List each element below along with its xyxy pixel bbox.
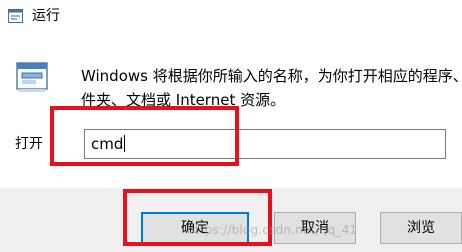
run-description: Windows 将根据你所输入的名称，为你打开相应的程序、 件夹、文档或 Int… <box>81 64 462 112</box>
description-line-1: Windows 将根据你所输入的名称，为你打开相应的程序、 <box>81 67 462 85</box>
watermark: https://blog.csdn.net/qq_41 <box>187 223 358 237</box>
window-title: 运行 <box>32 8 60 24</box>
browse-button[interactable]: 浏览 <box>380 212 462 244</box>
command-input[interactable]: cmd <box>84 129 446 159</box>
run-dialog-icon <box>8 9 23 23</box>
description-line-2: 件夹、文档或 Internet 资源。 <box>81 91 286 109</box>
text-caret <box>124 135 126 152</box>
open-label: 打开 <box>15 136 43 152</box>
run-program-icon <box>16 62 48 92</box>
title-bar: 运行 <box>0 0 462 33</box>
command-input-value: cmd <box>91 135 124 153</box>
